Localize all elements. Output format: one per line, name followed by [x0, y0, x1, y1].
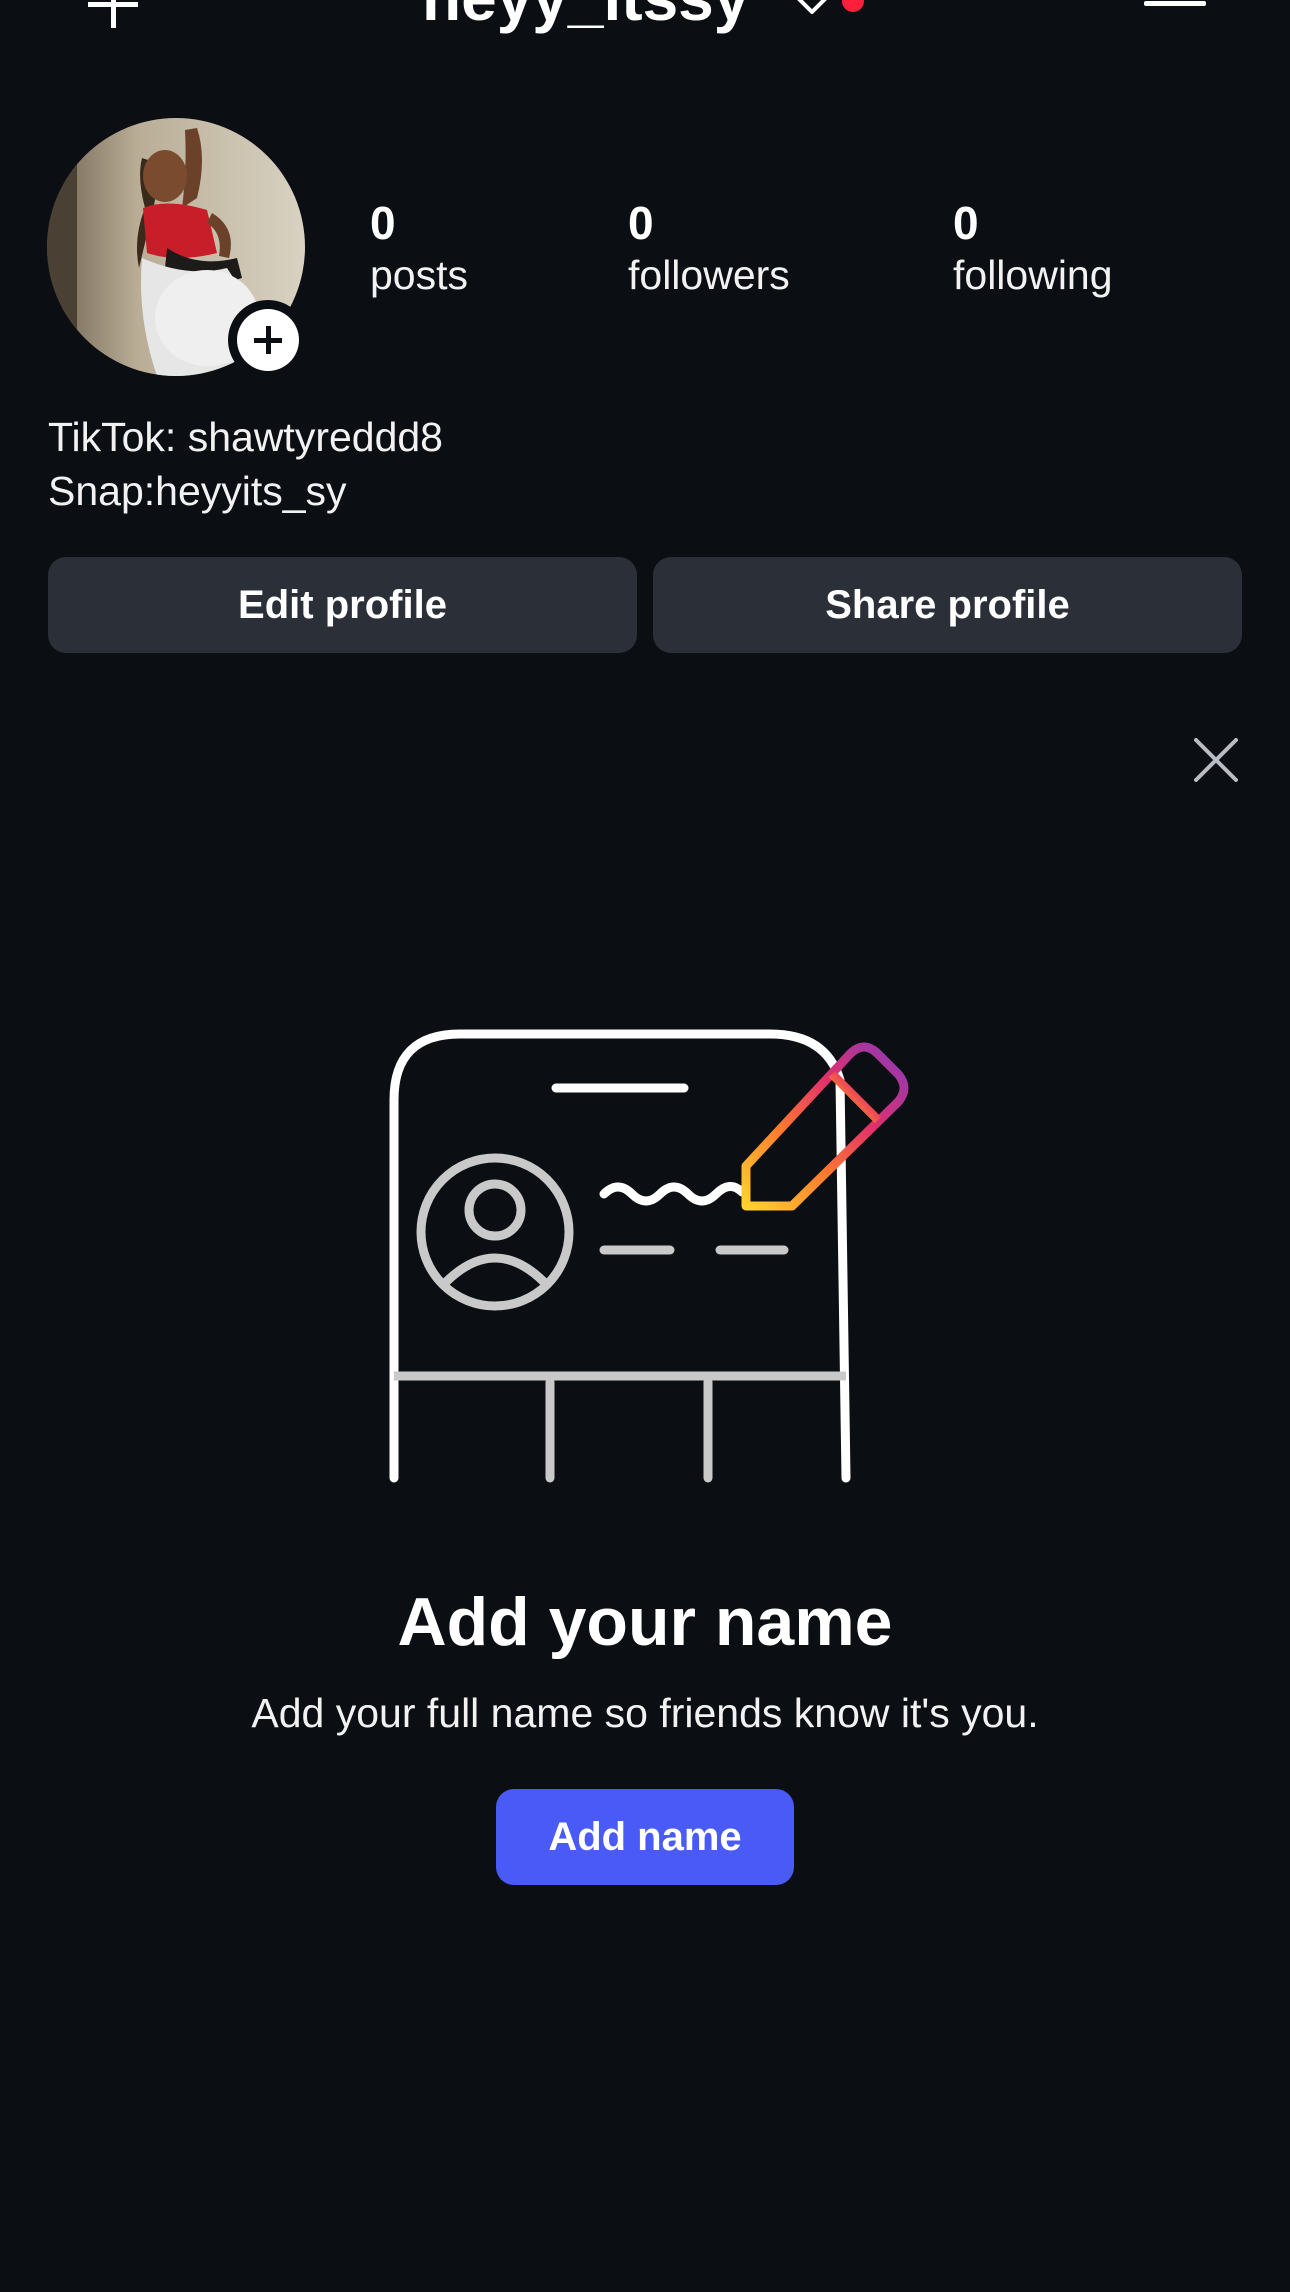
posts-count: 0: [370, 197, 396, 249]
following-label: following: [953, 252, 1113, 298]
followers-count: 0: [628, 197, 654, 249]
notification-dot: [842, 0, 864, 12]
bio-line: TikTok: shawtyreddd8: [48, 414, 443, 460]
plus-circle-icon: [237, 309, 299, 371]
share-profile-button[interactable]: Share profile: [653, 557, 1242, 653]
add-name-subtitle: Add your full name so friends know it's …: [251, 1690, 1039, 1736]
chevron-down-icon[interactable]: [794, 0, 830, 16]
add-story-button[interactable]: [228, 300, 308, 380]
id-card-illustration-icon: [380, 1020, 930, 1490]
following-count: 0: [953, 197, 979, 249]
add-name-title: Add your name: [397, 1584, 893, 1660]
posts-stat[interactable]: 0 posts: [370, 196, 468, 300]
followers-stat[interactable]: 0 followers: [628, 196, 790, 300]
following-stat[interactable]: 0 following: [953, 196, 1113, 300]
new-post-plus-icon[interactable]: [78, 0, 148, 30]
top-bar: heyy_itssy: [0, 0, 1290, 60]
add-name-button[interactable]: Add name: [496, 1789, 794, 1885]
profile-bio: TikTok: shawtyreddd8 Snap:heyyits_sy: [48, 410, 443, 518]
bio-line: Snap:heyyits_sy: [48, 468, 347, 514]
close-icon[interactable]: [1192, 736, 1240, 784]
posts-label: posts: [370, 252, 468, 298]
followers-label: followers: [628, 252, 790, 298]
edit-profile-button[interactable]: Edit profile: [48, 557, 637, 653]
profile-username[interactable]: heyy_itssy: [422, 0, 749, 34]
hamburger-menu-icon[interactable]: [1144, 0, 1206, 26]
